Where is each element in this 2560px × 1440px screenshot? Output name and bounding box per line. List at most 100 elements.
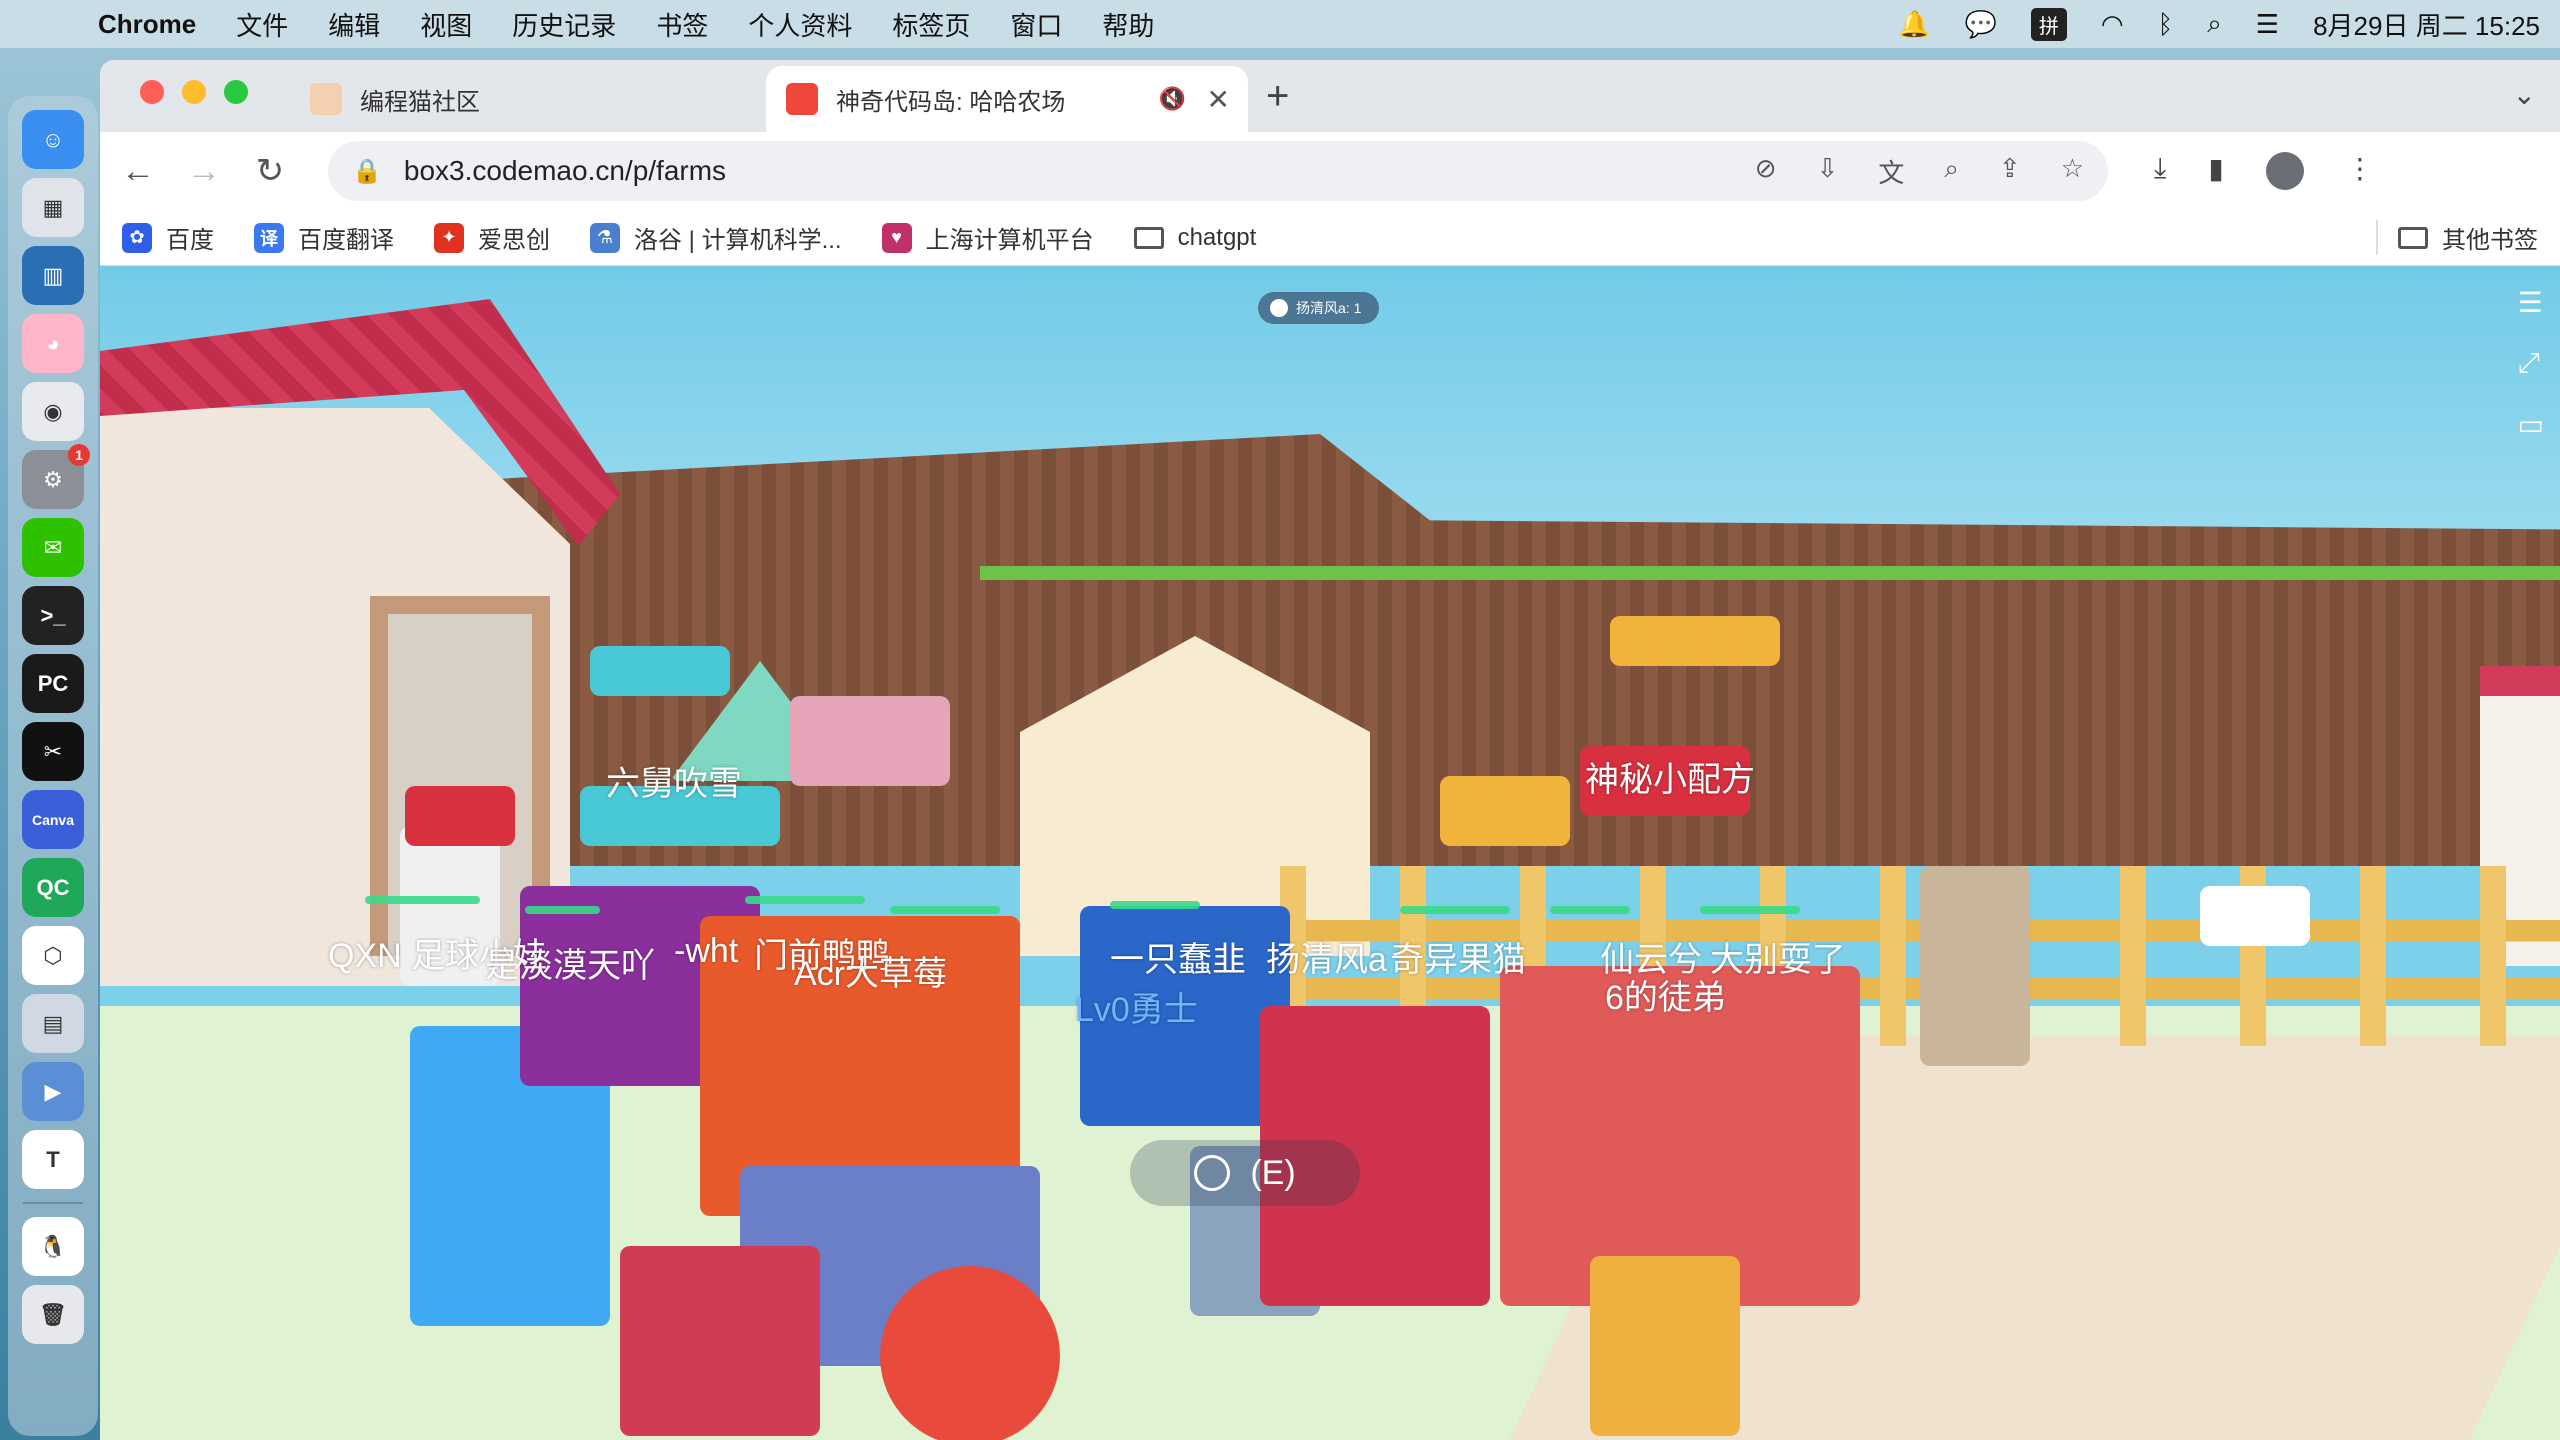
forward-button[interactable]: → bbox=[186, 152, 222, 191]
interact-prompt[interactable]: (E) bbox=[1130, 1140, 1360, 1206]
downloads-icon[interactable]: ⤓ bbox=[2154, 152, 2166, 190]
dock-cartoon-app-icon[interactable]: ◕ bbox=[22, 314, 84, 373]
menu-window[interactable]: 窗口 bbox=[1010, 6, 1062, 43]
dock-typora-icon[interactable]: T bbox=[22, 1130, 84, 1189]
bookmark-label: 百度翻译 bbox=[298, 227, 394, 254]
other-bookmarks[interactable]: 其他书签 bbox=[2376, 220, 2538, 255]
player-nametag: 一只蠢韭 bbox=[1110, 941, 1246, 979]
dock-pycharm-icon[interactable]: PC bbox=[22, 654, 84, 713]
game-menu-icon[interactable]: ☰ bbox=[2518, 286, 2544, 319]
bookmark-item[interactable]: ✿ 百度 bbox=[122, 220, 214, 255]
blocked-camera-icon[interactable]: ⊘ bbox=[1755, 153, 1777, 190]
tab-box3-farms[interactable]: 神奇代码岛: 哈哈农场 🔇 ✕ bbox=[766, 66, 1248, 132]
player-nametag: Lv0勇士 bbox=[1075, 991, 1198, 1029]
control-center-icon[interactable]: ☰ bbox=[2256, 9, 2279, 40]
bookmark-item[interactable]: chatgpt bbox=[1133, 224, 1256, 252]
input-method-indicator[interactable]: 拼 bbox=[2030, 7, 2067, 41]
wechat-status-icon[interactable]: 💬 bbox=[1965, 9, 1997, 40]
minimize-window-button[interactable] bbox=[182, 80, 206, 104]
dock-terminal-icon[interactable]: >_ bbox=[22, 586, 84, 645]
cow-npc bbox=[2200, 886, 2310, 946]
golden-sleigh bbox=[1610, 616, 1780, 666]
health-bar bbox=[365, 896, 480, 904]
grass-ledge bbox=[980, 566, 2560, 580]
dock-finder-icon[interactable]: ☺ bbox=[22, 110, 84, 169]
browser-toolbar: ← → ↻ 🔒 box3.codemao.cn/p/farms ⊘ ⇩ 文 ⌕ … bbox=[100, 132, 2560, 210]
url-text[interactable]: box3.codemao.cn/p/farms bbox=[404, 155, 726, 187]
dock-quicktime-icon[interactable]: ▶ bbox=[22, 1062, 84, 1121]
bookmark-item[interactable]: ✦ 爱思创 bbox=[434, 220, 550, 255]
dock-wechat-icon[interactable]: ✉ bbox=[22, 518, 84, 577]
profile-avatar[interactable] bbox=[2265, 152, 2304, 190]
game-viewport[interactable]: 六舅吹雪 神秘小配方 QXN 足球小娃 是淡漠天吖 -wht 门前鸭鸭 Acr大… bbox=[100, 266, 2560, 1440]
bookmark-item[interactable]: 译百度翻译 bbox=[254, 220, 394, 255]
dock-trash-icon[interactable]: 🗑 bbox=[22, 1285, 84, 1344]
player-avatar[interactable] bbox=[620, 1246, 820, 1436]
player-nametag: 六舅吹雪 bbox=[606, 765, 742, 803]
close-window-button[interactable] bbox=[140, 80, 164, 104]
dock-screen-monitor-icon[interactable]: ▥ bbox=[22, 246, 84, 305]
dock-qq-icon[interactable]: 🐧 bbox=[22, 1217, 84, 1276]
bookmark-item[interactable]: ⚗ 洛谷 | 计算机科学... bbox=[590, 220, 842, 255]
dock-chrome-icon[interactable]: ◉ bbox=[22, 382, 84, 441]
player-nametag: Acr大草莓 bbox=[794, 955, 947, 993]
tab-title: 编程猫社区 bbox=[360, 88, 480, 116]
status-area: 🔔 💬 拼 ◠ ᛒ ⌕ ☰ 8月29日 周二 15:25 bbox=[1898, 6, 2540, 43]
address-bar[interactable]: 🔒 box3.codemao.cn/p/farms ⊘ ⇩ 文 ⌕ ⇪ ☆ bbox=[328, 141, 2108, 201]
bluetooth-icon[interactable]: ᛒ bbox=[2158, 9, 2174, 40]
chat-icon[interactable]: ▭ bbox=[2518, 408, 2544, 441]
menu-view[interactable]: 视图 bbox=[420, 6, 472, 43]
zoom-window-button[interactable] bbox=[224, 80, 248, 104]
menu-bar: Chrome 文件 编辑 视图 历史记录 书签 个人资料 标签页 窗口 帮助 🔔… bbox=[0, 0, 2560, 48]
dock-hexagon-app-icon[interactable]: ⬡ bbox=[22, 926, 84, 985]
menu-edit[interactable]: 编辑 bbox=[328, 6, 380, 43]
zoom-icon[interactable]: ⌕ bbox=[1944, 153, 1959, 190]
box3-favicon-icon bbox=[786, 83, 818, 115]
muted-audio-icon[interactable]: 🔇 bbox=[1159, 86, 1186, 112]
back-button[interactable]: ← bbox=[120, 152, 156, 191]
dock-system-settings-icon[interactable]: ⚙ 1 bbox=[22, 444, 90, 509]
install-app-icon[interactable]: ⇩ bbox=[1817, 153, 1839, 190]
menu-history[interactable]: 历史记录 bbox=[512, 6, 616, 43]
share-icon[interactable]: ⇪ bbox=[1999, 153, 2021, 190]
health-bar bbox=[525, 906, 600, 914]
player-nametag: 是淡漠天吖 bbox=[485, 947, 655, 985]
notification-bell-icon[interactable]: 🔔 bbox=[1898, 9, 1930, 40]
player-notice-pill: 扬清风a: 1 bbox=[1258, 292, 1380, 324]
fullscreen-icon[interactable]: ⤢ bbox=[2518, 347, 2544, 380]
menu-tab[interactable]: 标签页 bbox=[892, 6, 970, 43]
clock[interactable]: 8月29日 周二 15:25 bbox=[2313, 6, 2540, 43]
spotlight-search-icon[interactable]: ⌕ bbox=[2207, 8, 2222, 40]
codemao-favicon-icon bbox=[310, 83, 342, 115]
dock-capcut-icon[interactable]: ✂ bbox=[22, 722, 84, 781]
health-bar bbox=[745, 896, 865, 904]
red-jeep bbox=[405, 786, 515, 846]
other-bookmarks-label: 其他书签 bbox=[2442, 227, 2538, 254]
bookmark-favicon-icon: ✿ bbox=[122, 222, 152, 253]
bookmark-star-icon[interactable]: ☆ bbox=[2061, 153, 2084, 190]
menu-bookmarks[interactable]: 书签 bbox=[656, 6, 708, 43]
dock-launchpad-icon[interactable]: ▦ bbox=[22, 178, 84, 237]
chrome-menu-icon[interactable]: ⋮ bbox=[2346, 152, 2374, 190]
side-panel-icon[interactable]: ▮ bbox=[2208, 152, 2223, 190]
dock-canva-icon[interactable]: Canva bbox=[22, 790, 84, 849]
lock-icon[interactable]: 🔒 bbox=[352, 157, 382, 186]
player-nametag: 6的徒弟 bbox=[1605, 979, 1726, 1017]
menu-profiles[interactable]: 个人资料 bbox=[748, 6, 852, 43]
menu-file[interactable]: 文件 bbox=[236, 6, 288, 43]
dock-qc-app-icon[interactable]: QC bbox=[22, 858, 84, 917]
new-tab-button[interactable]: + bbox=[1266, 74, 1289, 119]
menu-help[interactable]: 帮助 bbox=[1102, 6, 1154, 43]
translate-icon[interactable]: 文 bbox=[1878, 153, 1904, 190]
health-bar bbox=[1110, 901, 1200, 909]
bookmark-item[interactable]: ♥ 上海计算机平台 bbox=[881, 220, 1094, 255]
farmer-npc[interactable] bbox=[1920, 866, 2030, 1066]
wifi-icon[interactable]: ◠ bbox=[2101, 9, 2124, 40]
dock-preview-icon[interactable]: ▤ bbox=[22, 994, 84, 1053]
menu-app-chrome[interactable]: Chrome bbox=[98, 9, 196, 40]
bookmarks-bar: ✿ 百度 译百度翻译 ✦ 爱思创 ⚗ 洛谷 | 计算机科学... ♥ 上海计算机平台 chatgp… bbox=[100, 210, 2560, 266]
tab-title: 神奇代码岛: 哈哈农场 bbox=[836, 88, 1066, 116]
tab-search-chevron-icon[interactable]: ⌄ bbox=[2513, 78, 2536, 111]
reload-button[interactable]: ↻ bbox=[252, 151, 288, 191]
close-tab-icon[interactable]: ✕ bbox=[1207, 83, 1230, 116]
